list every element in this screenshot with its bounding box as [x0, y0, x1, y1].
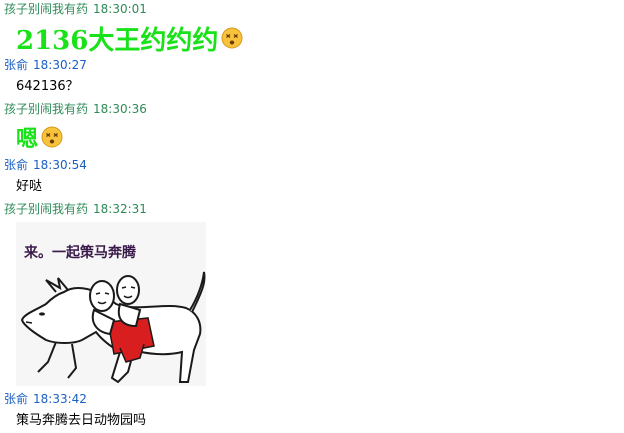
timestamp: 18:30:36 [93, 102, 147, 116]
message-text: 嗯 [16, 122, 63, 152]
message-header: 孩子别闹我有药 18:30:36 [4, 101, 147, 117]
sender-name: 孩子别闹我有药 [4, 102, 89, 116]
sender-name: 张俞 [4, 58, 29, 72]
sticker-image[interactable]: 来。一起策马奔腾 [16, 222, 206, 386]
message-body: 嗯 [16, 126, 39, 152]
message-text: 642136？ [16, 79, 79, 94]
timestamp: 18:30:01 [93, 2, 147, 16]
sender-name: 张俞 [4, 392, 29, 406]
timestamp: 18:32:31 [93, 202, 147, 216]
message-text: 策马奔腾去日动物园吗 [16, 413, 147, 428]
message-header: 张俞 18:30:54 [4, 157, 87, 173]
sender-name: 孩子别闹我有药 [4, 202, 89, 216]
message-header: 孩子别闹我有药 18:32:31 [4, 201, 147, 217]
message-text: 好哒 [16, 179, 43, 194]
message-header: 孩子别闹我有药 18:30:01 [4, 1, 147, 17]
timestamp: 18:30:27 [33, 58, 87, 72]
message-header: 张俞 18:30:27 [4, 57, 87, 73]
timestamp: 18:30:54 [33, 158, 87, 172]
message-body: 2136大王约约约 [16, 25, 219, 56]
sender-name: 张俞 [4, 158, 29, 172]
dizzy-face-icon [221, 27, 243, 49]
dizzy-face-icon [41, 126, 63, 148]
sender-name: 孩子别闹我有药 [4, 2, 89, 16]
sticker-caption: 来。一起策马奔腾 [24, 245, 136, 261]
chat-log: 孩子别闹我有药 18:30:01 2136大王约约约 张俞 18:30:27 642… [0, 0, 624, 433]
message-text: 2136大王约约约 [16, 21, 243, 56]
timestamp: 18:33:42 [33, 392, 87, 406]
message-header: 张俞 18:33:42 [4, 391, 87, 407]
